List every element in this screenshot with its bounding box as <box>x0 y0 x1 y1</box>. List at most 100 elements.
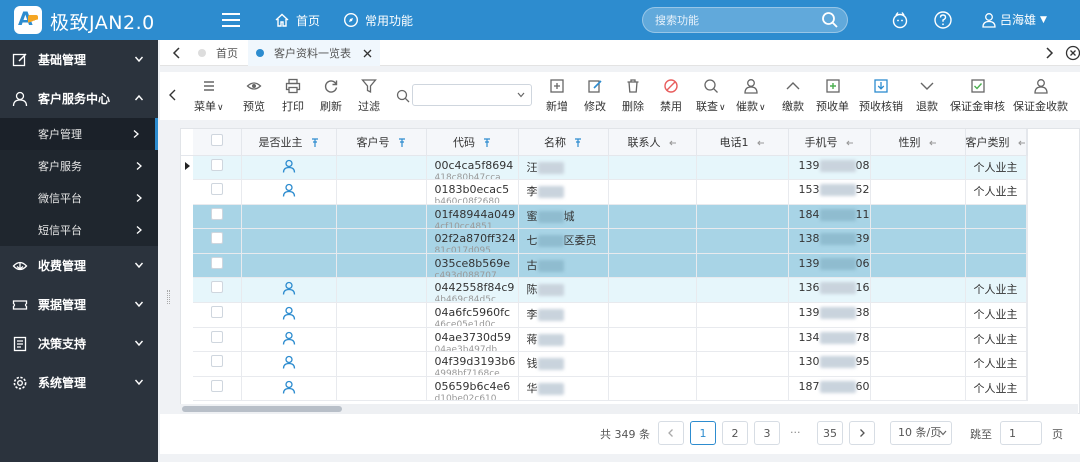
toolbar-refund-button[interactable]: 退款 <box>916 78 938 116</box>
table-row[interactable]: 00c4ca5f8694 418c80b47cca 汪 139 08 个人业主 <box>181 155 1028 181</box>
toolbar-filter-button[interactable]: 过滤 <box>358 78 380 116</box>
checkbox[interactable] <box>210 355 223 368</box>
row-select-cell[interactable] <box>193 327 242 353</box>
checkbox[interactable] <box>210 330 223 343</box>
checkbox[interactable] <box>210 158 223 171</box>
pin-icon[interactable] <box>574 138 582 148</box>
checkbox[interactable] <box>210 134 223 147</box>
page-size-select[interactable]: 10 条/页 <box>890 421 952 445</box>
checkbox[interactable] <box>210 232 223 245</box>
header-col-contact[interactable]: 联系人 <box>608 129 697 156</box>
header-col-name[interactable]: 名称 <box>518 129 609 156</box>
toolbar-remind-button[interactable]: 催款∨ <box>736 78 766 116</box>
toolbar-print-button[interactable]: 打印 <box>282 78 304 116</box>
header-col-phone1[interactable]: 电话1 <box>696 129 789 156</box>
row-select-cell[interactable] <box>193 277 242 304</box>
toolbar-refresh-button[interactable]: 刷新 <box>320 78 342 116</box>
horizontal-scrollbar[interactable] <box>180 404 1078 414</box>
pin-icon[interactable] <box>1017 138 1026 148</box>
row-select-cell[interactable] <box>193 228 242 254</box>
row-select-cell[interactable] <box>193 179 242 205</box>
toolbar-deposit-receive-button[interactable]: 保证金收款 <box>1013 78 1068 116</box>
pin-icon[interactable] <box>756 138 765 148</box>
row-select-cell[interactable] <box>193 204 242 230</box>
sidebar-sub-sms[interactable]: 短信平台 <box>0 214 158 246</box>
header-select-all[interactable] <box>193 129 242 156</box>
toolbar-deposit-audit-button[interactable]: 保证金审核 <box>950 78 1005 116</box>
pin-icon[interactable] <box>928 138 937 148</box>
header-col-category[interactable]: 客户类别 <box>965 129 1027 156</box>
table-row[interactable]: 04a6fc5960fc 46ce05e1d0c 李 139 38 个人业主 <box>181 302 1028 328</box>
tab-scroll-right-icon[interactable] <box>1042 45 1056 61</box>
sidebar-sub-customer-service[interactable]: 客户服务 <box>0 150 158 182</box>
header-col-owner[interactable]: 是否业主 <box>241 129 337 156</box>
checkbox[interactable] <box>210 183 223 196</box>
table-row[interactable]: 0442558f84c9 4b469c84d5c 陈 136 16 个人业主 <box>181 277 1028 304</box>
nav-common-functions[interactable]: 常用功能 <box>343 10 413 30</box>
function-search-input[interactable] <box>655 12 815 28</box>
row-select-cell[interactable] <box>193 302 242 328</box>
pin-icon[interactable] <box>483 138 491 148</box>
checkbox[interactable] <box>210 379 223 392</box>
toolbar-disable-button[interactable]: 禁用 <box>660 78 682 116</box>
close-all-tabs-icon[interactable] <box>1065 45 1080 61</box>
checkbox[interactable] <box>210 306 223 319</box>
row-select-cell[interactable] <box>193 376 242 402</box>
toolbar-collapse-icon[interactable] <box>168 88 178 102</box>
close-icon[interactable] <box>363 49 372 58</box>
table-row[interactable]: 02f2a870ff324 81c017d095 七 区委员 138 39 <box>181 228 1028 254</box>
table-row[interactable]: 05659b6c4e6 d10be02c610 华 187 60 个人业主 <box>181 376 1028 402</box>
sidebar-item-basic[interactable]: 基础管理 <box>0 40 158 79</box>
row-select-cell[interactable] <box>193 253 242 279</box>
toolbar-prepay-button[interactable]: 预收单 <box>816 78 849 116</box>
checkbox[interactable] <box>210 256 223 269</box>
tab-customer-list[interactable]: 客户资料一览表 <box>248 40 380 66</box>
toolbar-pay-button[interactable]: 缴款 <box>782 78 804 116</box>
table-row[interactable]: 035ce8b569e c493d088707 古 139 06 <box>181 253 1028 279</box>
pagination-ellipsis[interactable]: ··· <box>790 426 801 439</box>
toolbar-filter-select[interactable] <box>412 84 532 106</box>
pagination-prev-button[interactable] <box>658 421 684 445</box>
table-row[interactable]: 04ae3730d59 04ae3b497db 蒋 134 78 个人业主 <box>181 327 1028 353</box>
panel-splitter[interactable] <box>167 290 170 304</box>
search-icon[interactable] <box>821 11 839 29</box>
help-icon[interactable] <box>933 10 953 30</box>
toolbar-preview-button[interactable]: 预览 <box>243 78 265 116</box>
checkbox[interactable] <box>210 281 223 294</box>
tab-home[interactable]: 首页 <box>190 40 246 66</box>
toolbar-add-button[interactable]: 新增 <box>546 78 568 116</box>
pagination-page-2[interactable]: 2 <box>722 421 748 445</box>
pin-icon[interactable] <box>398 138 406 148</box>
pin-icon[interactable] <box>668 138 677 148</box>
sidebar-item-customer-service[interactable]: 客户服务中心 <box>0 79 158 118</box>
sidebar-sub-wechat[interactable]: 微信平台 <box>0 182 158 214</box>
row-select-cell[interactable] <box>193 155 242 181</box>
tab-scroll-left-icon[interactable] <box>170 45 184 61</box>
table-row[interactable]: 01f48944a049 4cf10cc4851 蜜城 184 11 <box>181 204 1028 230</box>
table-row[interactable]: 0183b0ecac5 b460c08f2680 李 153 52 个人业主 <box>181 179 1028 205</box>
toolbar-prepay-writeoff-button[interactable]: 预收核销 <box>859 78 903 116</box>
row-select-cell[interactable] <box>193 351 242 377</box>
pin-icon[interactable] <box>845 138 854 148</box>
header-col-mobile[interactable]: 手机号 <box>788 129 871 156</box>
scrollbar-thumb[interactable] <box>182 406 342 412</box>
pagination-page-1[interactable]: 1 <box>690 421 716 445</box>
checkbox[interactable] <box>210 207 223 220</box>
sidebar-sub-customer-management[interactable]: 客户管理 <box>0 118 158 150</box>
toolbar-menu-button[interactable]: 菜单∨ <box>194 78 224 116</box>
header-col-code[interactable]: 代码 <box>426 129 519 156</box>
sidebar-item-billing[interactable]: 收费管理 <box>0 246 158 285</box>
sidebar-item-decision[interactable]: 决策支持 <box>0 324 158 363</box>
toolbar-delete-button[interactable]: 删除 <box>622 78 644 116</box>
pin-icon[interactable] <box>311 138 319 148</box>
user-menu[interactable]: 吕海雄 ▼ <box>982 11 1047 28</box>
skin-icon[interactable] <box>890 10 910 30</box>
header-col-customer-no[interactable]: 客户号 <box>336 129 427 156</box>
pagination-page-35[interactable]: 35 <box>817 421 843 445</box>
sidebar-item-system[interactable]: 系统管理 <box>0 363 158 402</box>
toolbar-edit-button[interactable]: 修改 <box>584 78 606 116</box>
table-row[interactable]: 04f39d3193b6 4998bf7168ce 钱 130 95 个人业主 <box>181 351 1028 377</box>
sidebar-item-ticket[interactable]: 票据管理 <box>0 285 158 324</box>
menu-toggle-icon[interactable] <box>222 13 240 27</box>
pagination-page-3[interactable]: 3 <box>754 421 780 445</box>
